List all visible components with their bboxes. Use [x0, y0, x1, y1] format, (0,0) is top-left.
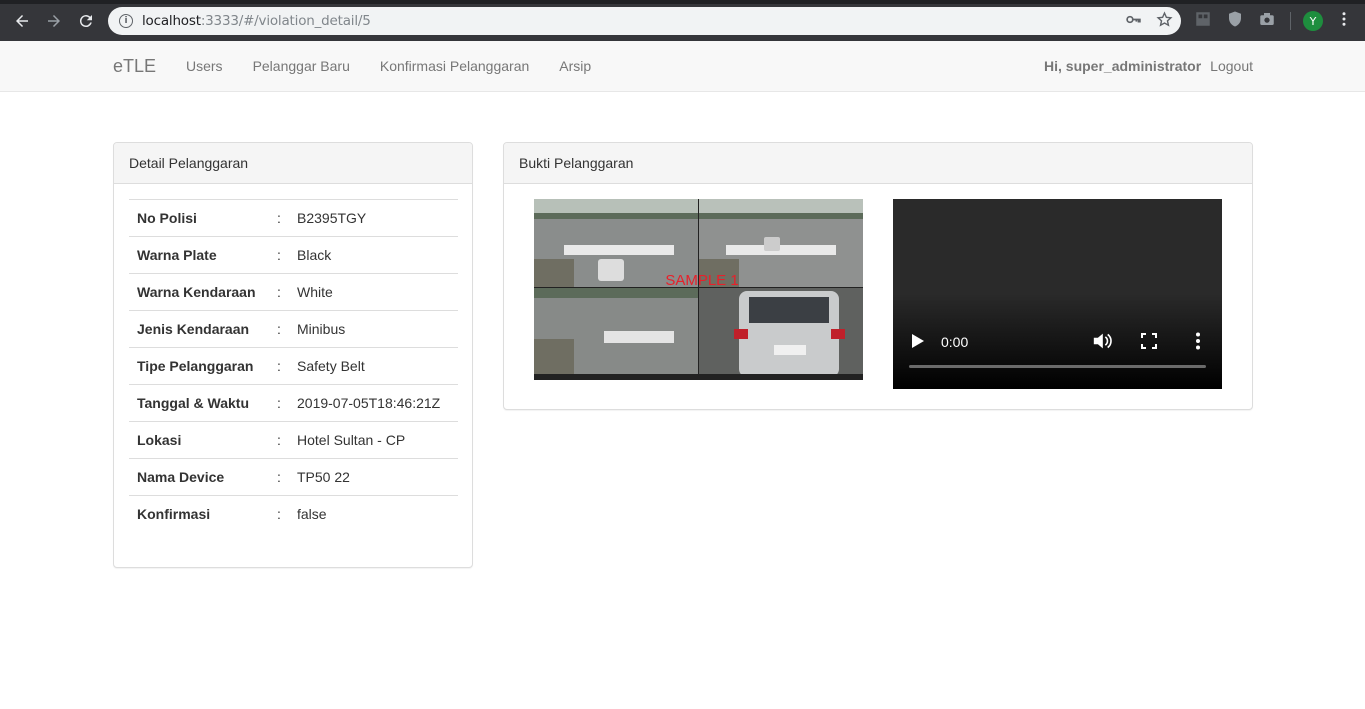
arrow-right-icon: [48, 14, 60, 27]
detail-row: Nama Device: TP50 22: [129, 458, 458, 496]
browser-toolbar: i localhost:3333/#/violation_detail/5 Y: [0, 0, 1365, 41]
detail-label-no-polisi: No Polisi: [137, 210, 197, 226]
user-menu: Hi, super_administrator Logout: [1044, 41, 1253, 91]
detail-row: Tipe Pelanggaran: Safety Belt: [129, 347, 458, 385]
detail-value-warna-plate: Black: [297, 247, 332, 263]
detail-label-jenis-kendaraan: Jenis Kendaraan: [137, 321, 250, 337]
detail-row: Lokasi: Hotel Sultan - CP: [129, 421, 458, 459]
sample-watermark: SAMPLE 1: [665, 272, 738, 289]
video-time: 0:00: [941, 334, 969, 350]
detail-row: Tanggal & Waktu:2019-07-05T18:46:21Z: [129, 384, 458, 422]
url-path: :3333/#/violation_detail/5: [200, 13, 371, 29]
detail-row: Konfirmasi: false: [129, 495, 458, 533]
detail-label-warna-kendaraan: Warna Kendaraan: [137, 284, 256, 300]
detail-row: No Polisi: B2395TGY: [129, 199, 458, 237]
profile-avatar[interactable]: Y: [1303, 11, 1323, 31]
detail-value-nama-device: TP50 22: [297, 469, 350, 485]
app-navbar: eTLE Users Pelanggar Baru Konfirmasi Pel…: [0, 41, 1365, 92]
reload-button[interactable]: [70, 5, 102, 37]
detail-value-no-polisi: B2395TGY: [297, 210, 367, 226]
detail-separator: :: [277, 506, 281, 523]
detail-separator: :: [277, 210, 281, 226]
evidence-video[interactable]: 0:00: [893, 199, 1222, 389]
detail-value-warna-kendaraan: White: [297, 284, 333, 300]
detail-separator: :: [277, 432, 281, 448]
detail-panel-title: Detail Pelanggaran: [114, 143, 472, 184]
tab-strip: [0, 0, 1365, 4]
url-text: localhost:3333/#/violation_detail/5: [142, 13, 371, 29]
arrow-left-icon: [16, 14, 28, 27]
detail-value-jenis-kendaraan: Minibus: [297, 321, 346, 337]
info-icon[interactable]: i: [119, 14, 133, 28]
detail-separator: :: [277, 469, 281, 485]
shield-icon[interactable]: [1226, 10, 1244, 28]
star-icon[interactable]: [1156, 11, 1173, 28]
detail-label-lokasi: Lokasi: [137, 432, 182, 448]
detail-label-konfirmasi: Konfirmasi: [137, 506, 211, 523]
detail-separator: :: [277, 247, 281, 263]
reload-icon: [79, 14, 92, 27]
detail-value-lokasi: Hotel Sultan - CP: [297, 432, 406, 448]
detail-label-tipe-pelanggaran: Tipe Pelanggaran: [137, 358, 254, 374]
nav-link-pelanggar-baru[interactable]: Pelanggar Baru: [238, 41, 365, 91]
evidence-panel: Bukti Pelanggaran SAMPLE 1 0:00: [503, 142, 1253, 410]
detail-value-tanggal-waktu: 2019-07-05T18:46:21Z: [297, 395, 441, 411]
detail-row: Warna Plate: Black: [129, 236, 458, 274]
traffic-camera-collage: SAMPLE 1: [534, 199, 863, 380]
user-greeting: Hi, super_administrator: [1044, 58, 1202, 74]
volume-icon[interactable]: [1092, 332, 1112, 350]
brand-logo[interactable]: eTLE: [113, 56, 156, 77]
nav-link-konfirmasi-pelanggaran[interactable]: Konfirmasi Pelanggaran: [365, 41, 544, 91]
back-button[interactable]: [6, 5, 38, 37]
more-options-icon[interactable]: [1195, 332, 1201, 350]
detail-separator: :: [277, 395, 281, 411]
forward-button[interactable]: [38, 5, 70, 37]
nav-link-users[interactable]: Users: [171, 41, 238, 91]
fullscreen-icon[interactable]: [1141, 333, 1157, 349]
menu-dots-icon[interactable]: [1335, 10, 1353, 28]
detail-separator: :: [277, 358, 281, 374]
key-icon[interactable]: [1125, 11, 1142, 28]
address-bar[interactable]: i localhost:3333/#/violation_detail/5: [108, 7, 1181, 35]
detail-label-nama-device: Nama Device: [137, 469, 225, 485]
evidence-panel-title: Bukti Pelanggaran: [504, 143, 1252, 184]
detail-value-konfirmasi: false: [297, 506, 327, 523]
toolbar-separator: [1290, 12, 1291, 30]
detail-row: Jenis Kendaraan: Minibus: [129, 310, 458, 348]
nav-links: Users Pelanggar Baru Konfirmasi Pelangga…: [171, 41, 606, 91]
logout-link[interactable]: Logout: [1210, 58, 1253, 74]
detail-separator: :: [277, 321, 281, 337]
detail-table: No Polisi: B2395TGY Warna Plate: Black Warna…: [129, 199, 458, 533]
video-progress-bar[interactable]: [909, 365, 1206, 368]
evidence-image[interactable]: SAMPLE 1: [534, 199, 863, 380]
detail-separator: :: [277, 284, 281, 300]
detail-label-tanggal-waktu: Tanggal & Waktu: [137, 395, 249, 411]
detail-value-tipe-pelanggaran: Safety Belt: [297, 358, 365, 374]
detail-row: Warna Kendaraan: White: [129, 273, 458, 311]
play-icon[interactable]: [911, 333, 925, 349]
camera-icon[interactable]: [1258, 10, 1276, 28]
video-surface: [893, 199, 1222, 389]
detail-panel: Detail Pelanggaran No Polisi: B2395TGY War…: [113, 142, 473, 568]
nav-link-arsip[interactable]: Arsip: [544, 41, 606, 91]
extension-grid-icon[interactable]: [1194, 10, 1212, 28]
url-host: localhost: [142, 13, 201, 29]
detail-label-warna-plate: Warna Plate: [137, 247, 217, 263]
